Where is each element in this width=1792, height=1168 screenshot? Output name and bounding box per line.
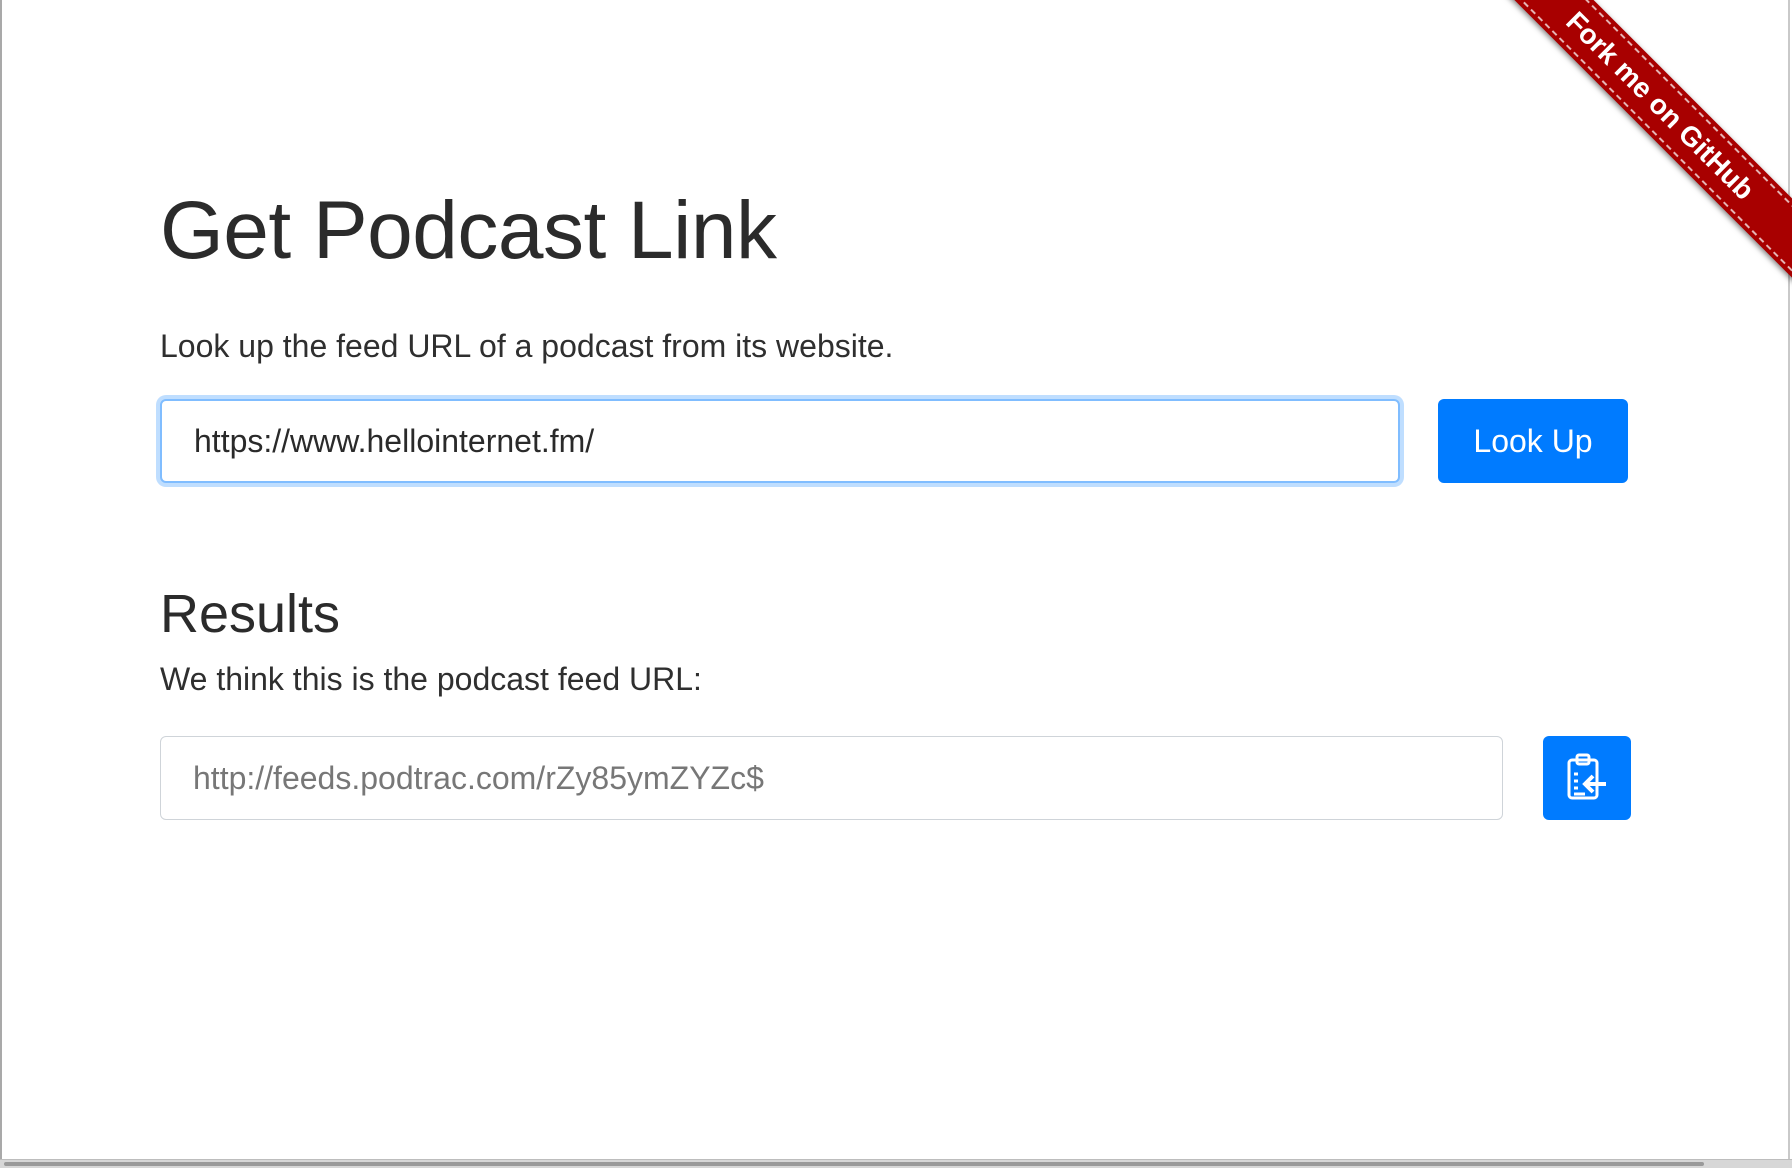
results-heading: Results (160, 584, 341, 644)
scrollbar-thumb[interactable] (4, 1162, 1704, 1166)
horizontal-scrollbar[interactable] (0, 1159, 1792, 1168)
results-description: We think this is the podcast feed URL: (160, 661, 702, 697)
copy-to-clipboard-button[interactable] (1543, 736, 1631, 820)
main-container: Get Podcast Link Look up the feed URL of… (160, 190, 1633, 820)
look-up-button[interactable]: Look Up (1438, 399, 1628, 483)
website-url-input[interactable] (160, 399, 1400, 483)
result-row (160, 736, 1633, 820)
lookup-form: Look Up (160, 399, 1633, 483)
feed-url-field[interactable] (160, 736, 1503, 820)
page-title: Get Podcast Link (160, 185, 777, 276)
clipboard-copy-icon (1565, 752, 1609, 805)
page-description: Look up the feed URL of a podcast from i… (160, 328, 894, 364)
